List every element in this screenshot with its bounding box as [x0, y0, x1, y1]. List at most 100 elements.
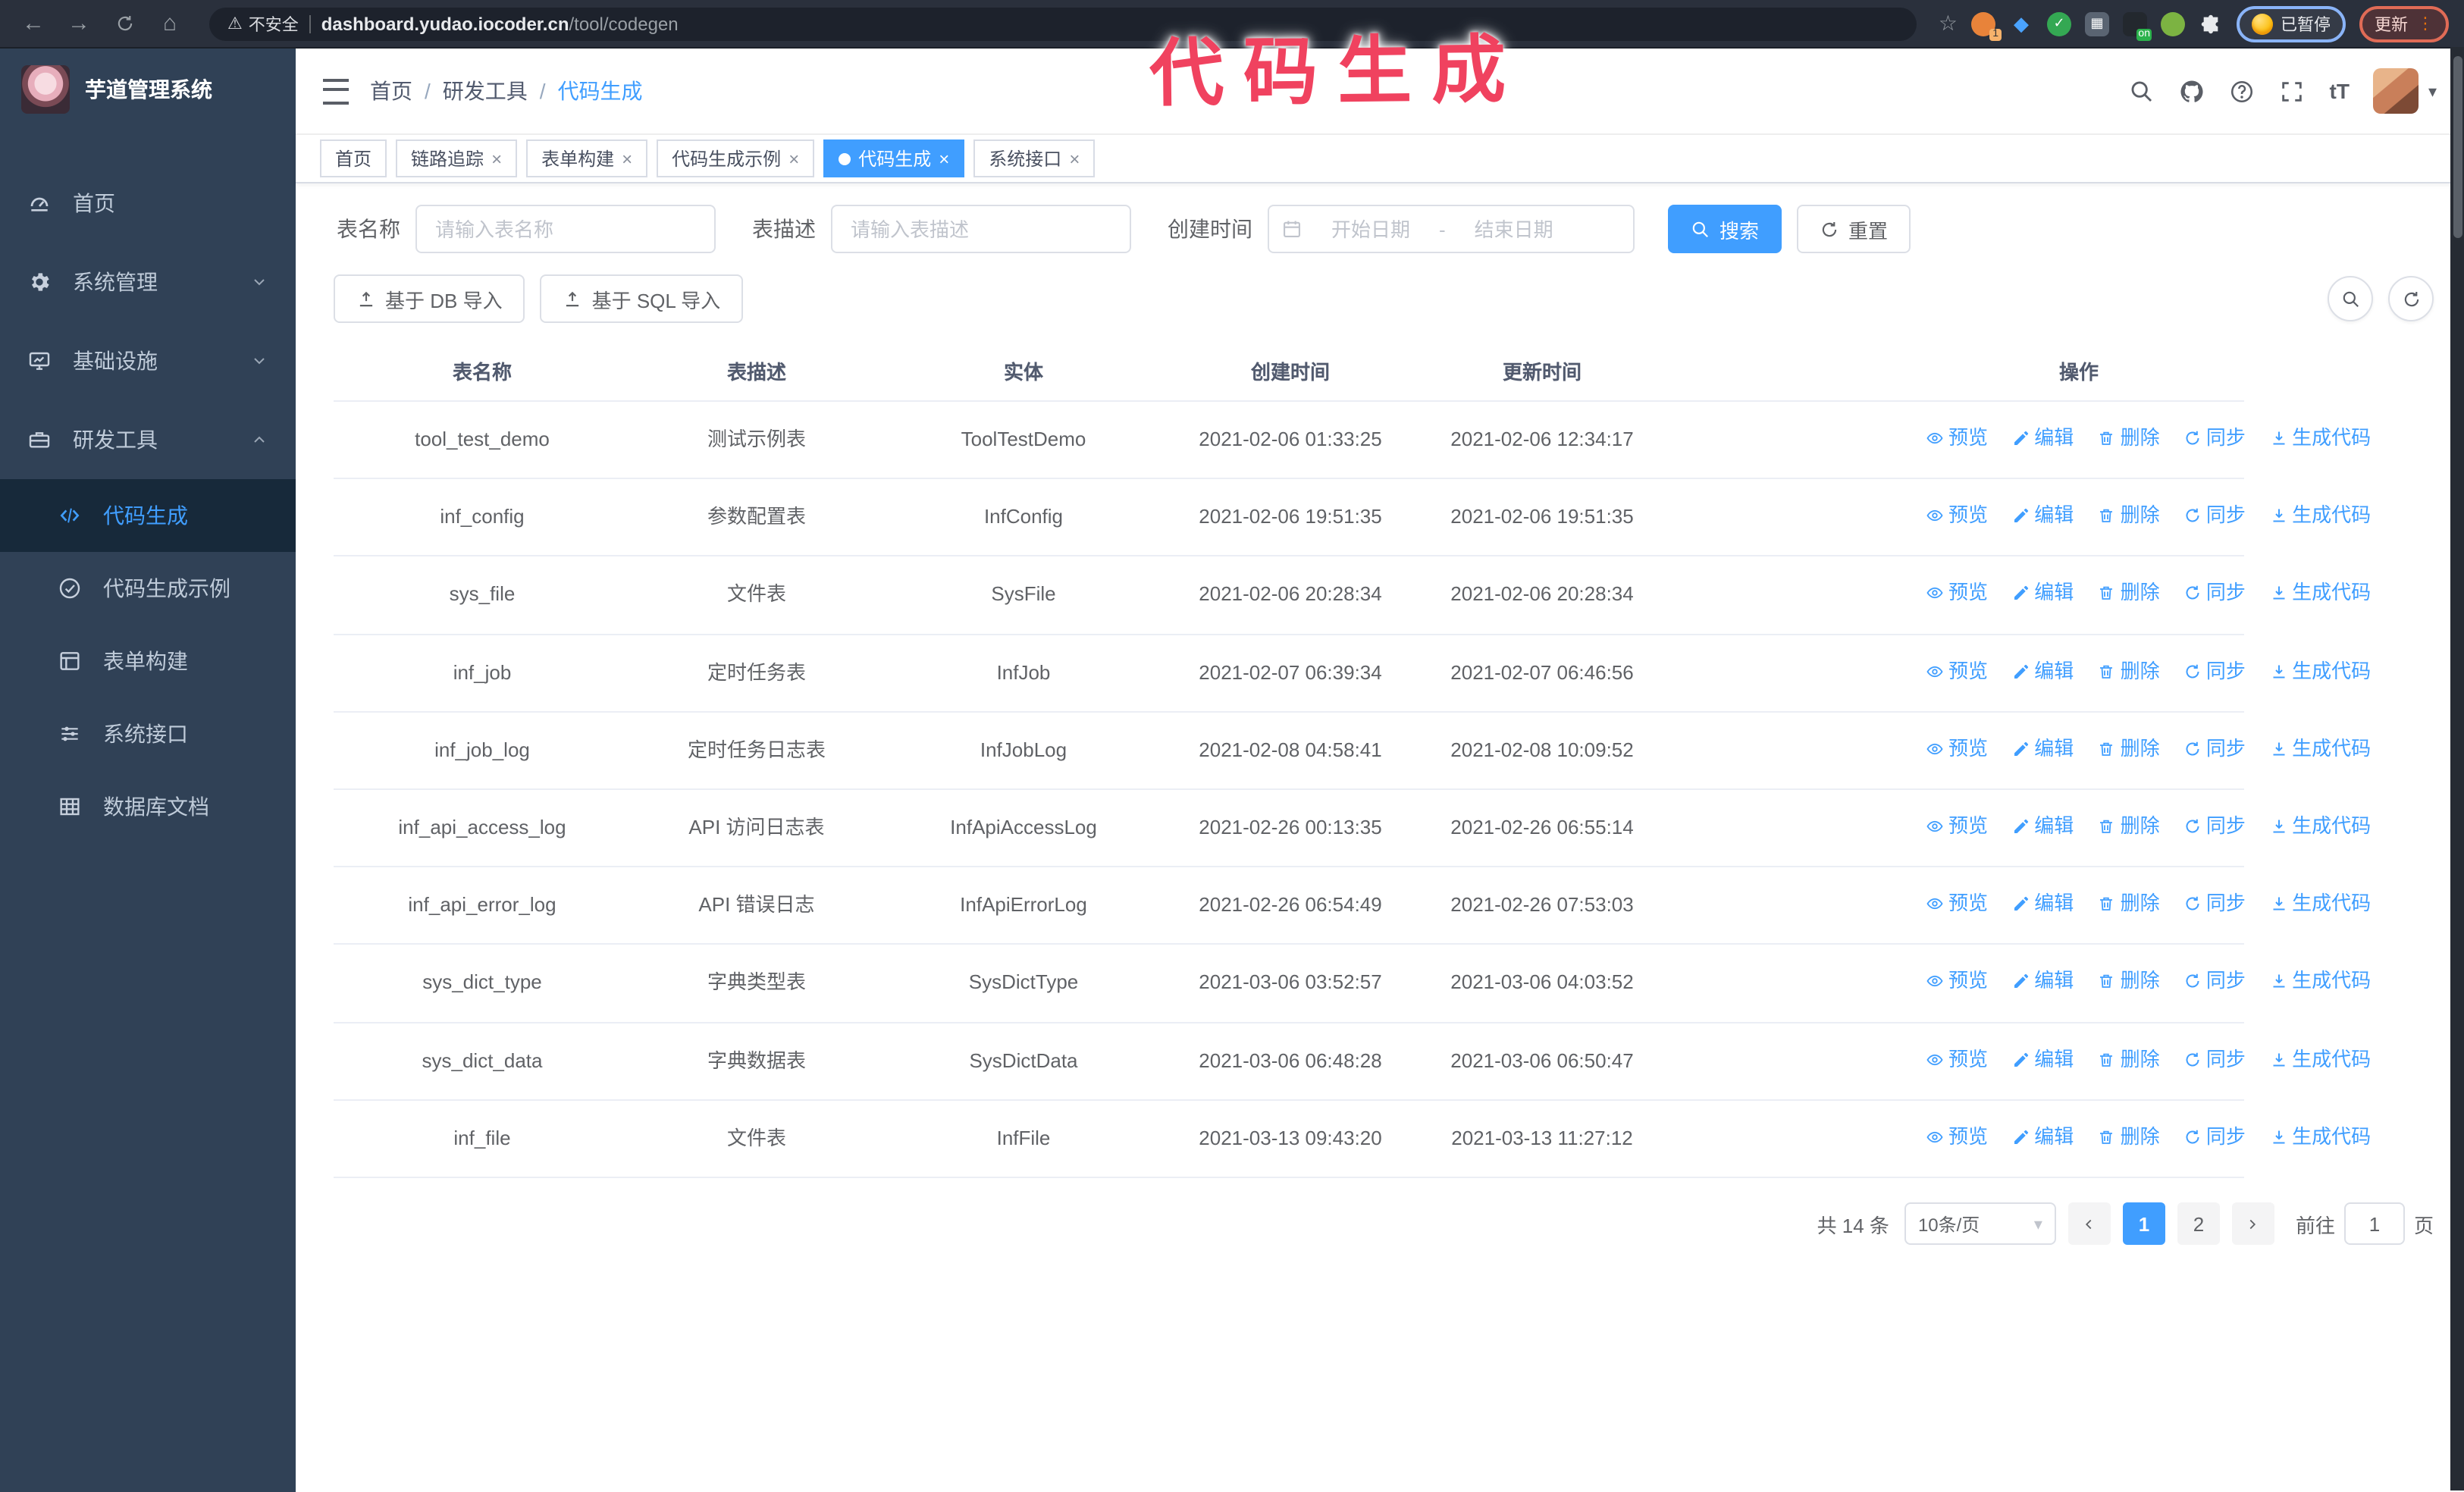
page-size-select[interactable]: 10条/页 ▾: [1904, 1202, 2056, 1246]
preview-link[interactable]: 预览: [1926, 1044, 1988, 1074]
extension-icon-6[interactable]: [2161, 11, 2185, 36]
preview-link[interactable]: 预览: [1926, 656, 1988, 686]
user-menu[interactable]: ▾: [2373, 68, 2437, 114]
edit-link[interactable]: 编辑: [2011, 1122, 2074, 1152]
tab-codegen[interactable]: 代码生成 ×: [823, 139, 965, 177]
edit-link[interactable]: 编辑: [2011, 1044, 2074, 1074]
browser-home-button[interactable]: ⌂: [152, 5, 188, 42]
more-menu-icon[interactable]: ⋮: [2417, 14, 2434, 33]
preview-link[interactable]: 预览: [1926, 1122, 1988, 1152]
table-name-input[interactable]: [415, 205, 716, 253]
generate-code-link[interactable]: 生成代码: [2269, 1122, 2371, 1152]
next-page-button[interactable]: [2231, 1202, 2274, 1246]
extension-icon-1[interactable]: 1: [1971, 11, 2002, 40]
browser-reload-button[interactable]: [106, 5, 143, 42]
tab-system-api[interactable]: 系统接口 ×: [973, 139, 1096, 177]
delete-link[interactable]: 删除: [2098, 811, 2160, 842]
page-scrollbar[interactable]: [2450, 47, 2464, 1490]
page-button-1[interactable]: 1: [2122, 1202, 2165, 1246]
address-bar[interactable]: ⚠ 不安全 dashboard.yudao.iocoder.cn/tool/cod…: [209, 7, 1917, 40]
extensions-puzzle-icon[interactable]: [2199, 11, 2223, 36]
generate-code-link[interactable]: 生成代码: [2269, 967, 2371, 997]
sync-link[interactable]: 同步: [2183, 734, 2246, 764]
generate-code-link[interactable]: 生成代码: [2269, 578, 2371, 609]
preview-link[interactable]: 预览: [1926, 500, 1988, 531]
help-icon[interactable]: [2230, 78, 2256, 104]
close-icon[interactable]: ×: [788, 149, 799, 168]
toggle-search-button[interactable]: [2328, 276, 2373, 321]
sync-link[interactable]: 同步: [2183, 1044, 2246, 1074]
generate-code-link[interactable]: 生成代码: [2269, 1044, 2371, 1074]
delete-link[interactable]: 删除: [2098, 423, 2160, 453]
tab-home[interactable]: 首页: [320, 139, 387, 177]
delete-link[interactable]: 删除: [2098, 578, 2160, 609]
preview-link[interactable]: 预览: [1926, 967, 1988, 997]
not-secure-warning[interactable]: ⚠ 不安全: [227, 11, 299, 36]
start-date-input[interactable]: [1309, 216, 1433, 242]
sync-link[interactable]: 同步: [2183, 656, 2246, 686]
extension-icon-4[interactable]: ▦: [2085, 11, 2109, 36]
sync-link[interactable]: 同步: [2183, 967, 2246, 997]
tab-codegen-example[interactable]: 代码生成示例 ×: [657, 139, 815, 177]
preview-link[interactable]: 预览: [1926, 734, 1988, 764]
refresh-table-button[interactable]: [2388, 276, 2434, 321]
breadcrumb-devtools[interactable]: 研发工具: [443, 76, 528, 106]
delete-link[interactable]: 删除: [2098, 500, 2160, 531]
edit-link[interactable]: 编辑: [2011, 889, 2074, 919]
goto-page-input[interactable]: [2343, 1202, 2405, 1246]
sidebar-item-system[interactable]: 系统管理: [0, 243, 296, 321]
sidebar-item-devtools[interactable]: 研发工具: [0, 400, 296, 479]
sidebar-logo[interactable]: 芋道管理系统: [0, 49, 296, 130]
delete-link[interactable]: 删除: [2098, 1122, 2160, 1152]
reset-button[interactable]: 重置: [1797, 205, 1911, 253]
browser-update-button[interactable]: 更新 ⋮: [2359, 5, 2449, 42]
sidebar-item-home[interactable]: 首页: [0, 164, 296, 243]
prev-page-button[interactable]: [2067, 1202, 2111, 1246]
sidebar-item-infra[interactable]: 基础设施: [0, 321, 296, 400]
preview-link[interactable]: 预览: [1926, 423, 1988, 453]
delete-link[interactable]: 删除: [2098, 734, 2160, 764]
preview-link[interactable]: 预览: [1926, 889, 1988, 919]
extension-icon-2[interactable]: ◆: [2009, 11, 2033, 36]
close-icon[interactable]: ×: [1069, 149, 1080, 168]
scrollbar-thumb[interactable]: [2453, 56, 2462, 238]
generate-code-link[interactable]: 生成代码: [2269, 734, 2371, 764]
delete-link[interactable]: 删除: [2098, 656, 2160, 686]
sidebar-item-codegen-example[interactable]: 代码生成示例: [0, 552, 296, 625]
sidebar-item-system-api[interactable]: 系统接口: [0, 697, 296, 770]
edit-link[interactable]: 编辑: [2011, 500, 2074, 531]
browser-back-button[interactable]: ←: [15, 5, 52, 42]
preview-link[interactable]: 预览: [1926, 811, 1988, 842]
edit-link[interactable]: 编辑: [2011, 967, 2074, 997]
tab-trace[interactable]: 链路追踪 ×: [396, 139, 518, 177]
close-icon[interactable]: ×: [939, 149, 949, 168]
sync-link[interactable]: 同步: [2183, 811, 2246, 842]
close-icon[interactable]: ×: [622, 149, 632, 168]
sidebar-item-db-doc[interactable]: 数据库文档: [0, 770, 296, 843]
extension-icon-5[interactable]: on: [2123, 11, 2152, 40]
font-size-icon[interactable]: tT: [2330, 79, 2350, 103]
collapse-sidebar-button[interactable]: [323, 78, 349, 104]
edit-link[interactable]: 编辑: [2011, 656, 2074, 686]
import-db-button[interactable]: 基于 DB 导入: [334, 274, 525, 323]
delete-link[interactable]: 删除: [2098, 1044, 2160, 1074]
browser-forward-button[interactable]: →: [61, 5, 97, 42]
edit-link[interactable]: 编辑: [2011, 578, 2074, 609]
sidebar-item-form-builder[interactable]: 表单构建: [0, 625, 296, 697]
import-sql-button[interactable]: 基于 SQL 导入: [540, 274, 744, 323]
search-icon[interactable]: [2130, 78, 2155, 104]
github-icon[interactable]: [2180, 78, 2205, 104]
generate-code-link[interactable]: 生成代码: [2269, 500, 2371, 531]
extension-icon-3[interactable]: ✓: [2047, 11, 2071, 36]
page-button-2[interactable]: 2: [2177, 1202, 2220, 1246]
sync-link[interactable]: 同步: [2183, 1122, 2246, 1152]
close-icon[interactable]: ×: [491, 149, 502, 168]
sync-link[interactable]: 同步: [2183, 423, 2246, 453]
sync-link[interactable]: 同步: [2183, 578, 2246, 609]
edit-link[interactable]: 编辑: [2011, 734, 2074, 764]
table-desc-input[interactable]: [831, 205, 1131, 253]
bookmark-star-icon[interactable]: ☆: [1939, 11, 1958, 36]
generate-code-link[interactable]: 生成代码: [2269, 811, 2371, 842]
edit-link[interactable]: 编辑: [2011, 811, 2074, 842]
date-range-picker[interactable]: -: [1268, 205, 1635, 253]
